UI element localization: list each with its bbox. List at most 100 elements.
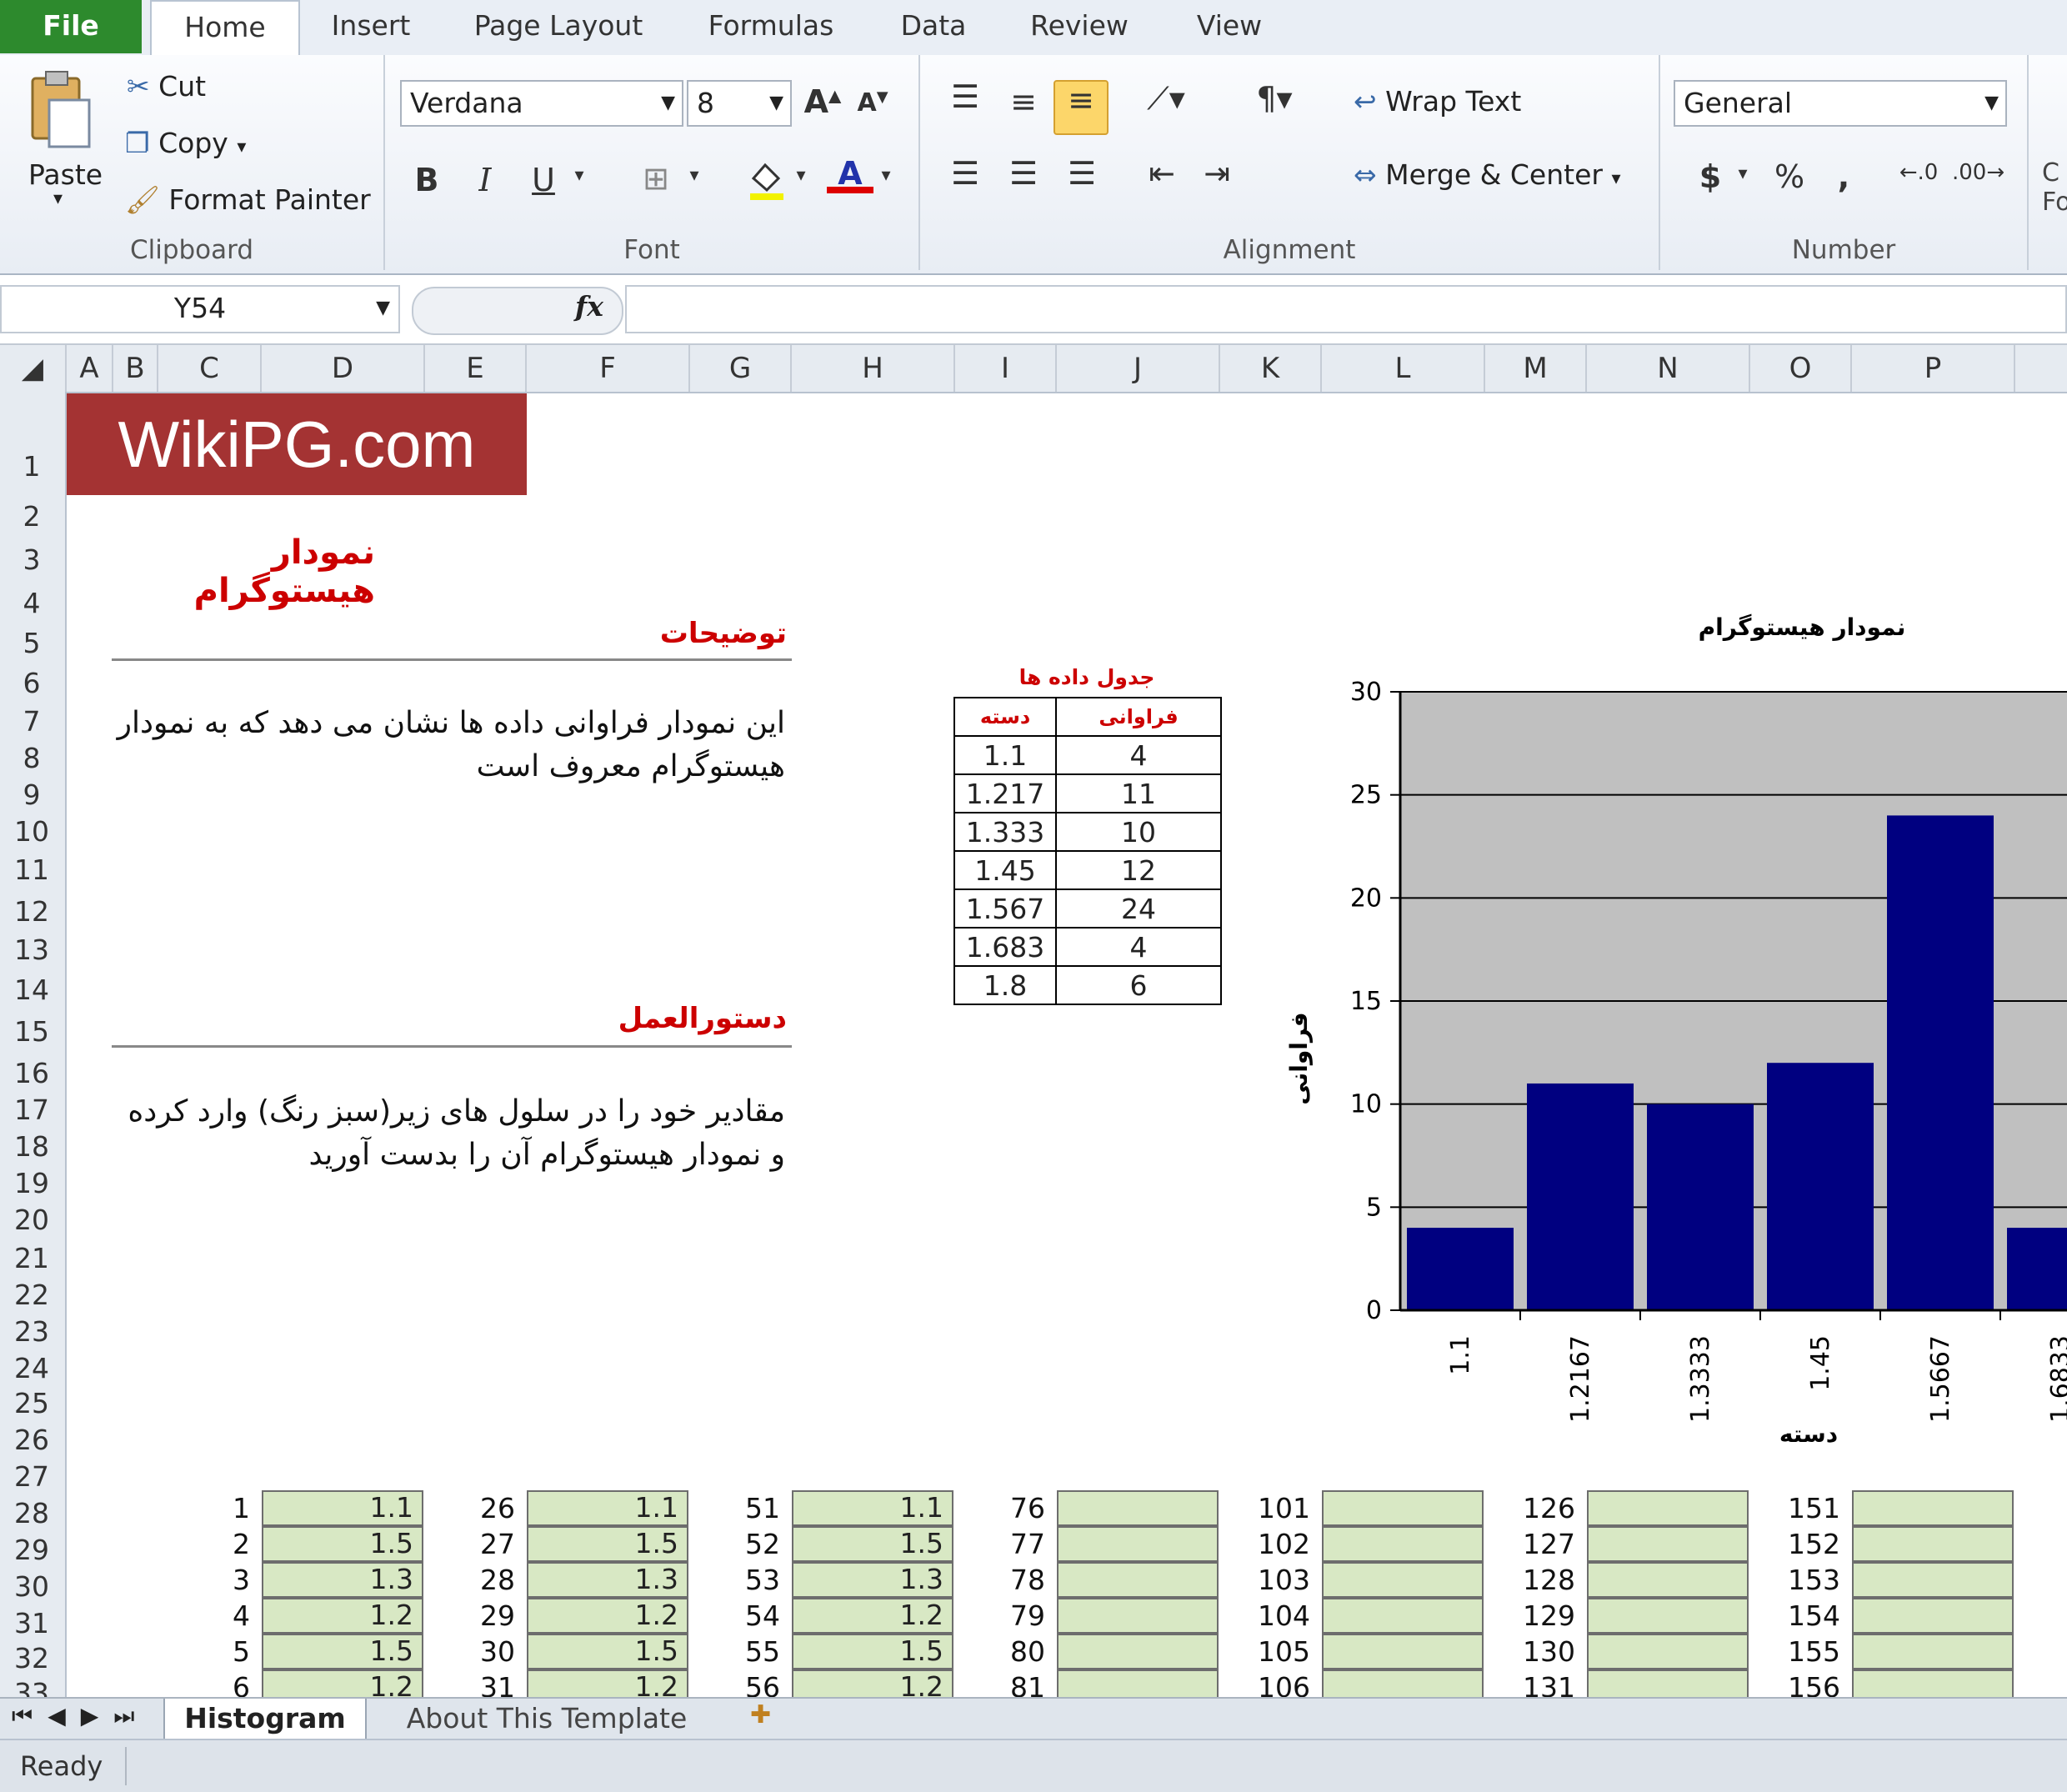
- row-header[interactable]: 16: [0, 1057, 63, 1089]
- table-cell[interactable]: 1.217: [953, 773, 1057, 813]
- bold-button[interactable]: B: [410, 162, 443, 198]
- entry-cell[interactable]: [1587, 1669, 1749, 1699]
- entry-cell[interactable]: 1.2: [792, 1669, 953, 1703]
- column-header-h[interactable]: H: [792, 345, 955, 392]
- entry-cell[interactable]: [1852, 1490, 2014, 1526]
- entry-cell[interactable]: 1.2: [262, 1669, 423, 1703]
- align-top-icon[interactable]: ☰: [942, 78, 988, 115]
- percent-button[interactable]: %: [1769, 158, 1810, 195]
- text-direction-icon[interactable]: ¶▾: [1245, 80, 1304, 117]
- tab-insert[interactable]: Insert: [317, 0, 425, 53]
- table-cell[interactable]: 1.1: [953, 735, 1057, 775]
- entry-cell[interactable]: [1322, 1634, 1484, 1669]
- row-header[interactable]: 4: [0, 587, 63, 619]
- table-cell[interactable]: 12: [1055, 850, 1222, 890]
- tab-review[interactable]: Review: [1025, 0, 1134, 53]
- comma-button[interactable]: ,: [1827, 158, 1860, 195]
- table-cell[interactable]: 24: [1055, 888, 1222, 929]
- borders-dropdown-icon[interactable]: ▾: [683, 165, 705, 186]
- entry-cell[interactable]: [1587, 1526, 1749, 1562]
- row-header[interactable]: 23: [0, 1315, 63, 1348]
- entry-cell[interactable]: 1.2: [792, 1598, 953, 1634]
- row-header[interactable]: 9: [0, 778, 63, 811]
- copy-button[interactable]: ❐ Copy ▾: [125, 127, 246, 159]
- increase-indent-icon[interactable]: ⇥: [1194, 155, 1240, 192]
- entry-cell[interactable]: 1.5: [792, 1526, 953, 1562]
- entry-cell[interactable]: [1852, 1562, 2014, 1598]
- table-cell[interactable]: 1.8: [953, 965, 1057, 1005]
- row-header[interactable]: 11: [0, 853, 63, 886]
- entry-cell[interactable]: 1.3: [262, 1562, 423, 1598]
- entry-cell[interactable]: [1587, 1598, 1749, 1634]
- row-header[interactable]: 18: [0, 1130, 63, 1163]
- row-header[interactable]: 24: [0, 1352, 63, 1384]
- column-header-a[interactable]: A: [67, 345, 113, 392]
- orientation-icon[interactable]: ⟋▾: [1137, 80, 1195, 118]
- shrink-font-icon[interactable]: A▼: [852, 88, 893, 118]
- entry-cell[interactable]: 1.2: [262, 1598, 423, 1634]
- row-header[interactable]: 3: [0, 543, 63, 576]
- align-left-icon[interactable]: ☰: [942, 155, 988, 192]
- select-all-corner[interactable]: ◢: [0, 345, 67, 392]
- histogram-bar[interactable]: [1647, 1104, 1754, 1310]
- row-header[interactable]: 28: [0, 1497, 63, 1529]
- column-header-j[interactable]: J: [1057, 345, 1220, 392]
- decrease-indent-icon[interactable]: ⇤: [1139, 155, 1185, 192]
- column-header-c[interactable]: C: [158, 345, 262, 392]
- entry-cell[interactable]: 1.3: [792, 1562, 953, 1598]
- font-size-select[interactable]: 8 ▼: [687, 80, 792, 127]
- row-header[interactable]: 29: [0, 1534, 63, 1566]
- row-header[interactable]: 2: [0, 500, 63, 533]
- row-header[interactable]: 5: [0, 627, 63, 659]
- paste-button[interactable]: Paste: [28, 158, 103, 191]
- align-center-icon[interactable]: ☰: [1000, 155, 1047, 192]
- underline-button[interactable]: U: [527, 162, 560, 198]
- table-cell[interactable]: 1.683: [953, 927, 1057, 967]
- sheet-tab-about[interactable]: About This Template: [372, 1699, 722, 1739]
- entry-cell[interactable]: 1.5: [262, 1526, 423, 1562]
- histogram-bar[interactable]: [1407, 1228, 1514, 1310]
- row-header[interactable]: 7: [0, 705, 63, 738]
- row-header[interactable]: 20: [0, 1204, 63, 1236]
- underline-dropdown-icon[interactable]: ▾: [568, 165, 590, 186]
- entry-cell[interactable]: [1322, 1598, 1484, 1634]
- sheet-tab-histogram[interactable]: Histogram: [163, 1699, 367, 1740]
- column-header-o[interactable]: O: [1750, 345, 1852, 392]
- row-header[interactable]: 13: [0, 934, 63, 966]
- entry-cell[interactable]: 1.5: [792, 1634, 953, 1669]
- tab-view[interactable]: View: [1184, 0, 1275, 53]
- entry-cell[interactable]: [1322, 1490, 1484, 1526]
- column-header-n[interactable]: N: [1587, 345, 1750, 392]
- entry-cell[interactable]: [1852, 1526, 2014, 1562]
- histogram-bar[interactable]: [2007, 1228, 2067, 1310]
- column-header-l[interactable]: L: [1322, 345, 1485, 392]
- entry-cell[interactable]: 1.2: [527, 1669, 688, 1703]
- font-name-select[interactable]: Verdana ▼: [400, 80, 683, 127]
- table-cell[interactable]: 6: [1055, 965, 1222, 1005]
- sheet-nav-arrows-icon[interactable]: ⏮◀▶⏭: [12, 1702, 149, 1730]
- histogram-bar[interactable]: [1767, 1063, 1874, 1310]
- entry-cell[interactable]: [1057, 1669, 1219, 1699]
- entry-cell[interactable]: [1587, 1634, 1749, 1669]
- column-header-f[interactable]: F: [527, 345, 690, 392]
- currency-dropdown-icon[interactable]: ▾: [1732, 163, 1754, 184]
- tab-formulas[interactable]: Formulas: [700, 0, 842, 53]
- entry-cell[interactable]: [1587, 1562, 1749, 1598]
- fill-dropdown-icon[interactable]: ▾: [790, 165, 812, 186]
- entry-cell[interactable]: [1852, 1669, 2014, 1699]
- row-header[interactable]: 15: [0, 1015, 63, 1048]
- font-color-dropdown-icon[interactable]: ▾: [875, 165, 897, 186]
- row-header[interactable]: 19: [0, 1167, 63, 1199]
- align-bottom-icon[interactable]: ≡: [1054, 80, 1109, 135]
- merge-center-button[interactable]: ⇔ Merge & Center ▾: [1354, 158, 1621, 191]
- entry-cell[interactable]: [1852, 1598, 2014, 1634]
- entry-cell[interactable]: 1.1: [262, 1490, 423, 1526]
- fill-color-icon[interactable]: [743, 158, 790, 209]
- column-header-i[interactable]: I: [955, 345, 1057, 392]
- table-cell[interactable]: 11: [1055, 773, 1222, 813]
- entry-cell[interactable]: [1057, 1490, 1219, 1526]
- format-painter-button[interactable]: 🖌 Format Painter: [125, 183, 371, 217]
- entry-cell[interactable]: [1322, 1562, 1484, 1598]
- entry-cell[interactable]: [1322, 1669, 1484, 1699]
- italic-button[interactable]: I: [468, 162, 502, 198]
